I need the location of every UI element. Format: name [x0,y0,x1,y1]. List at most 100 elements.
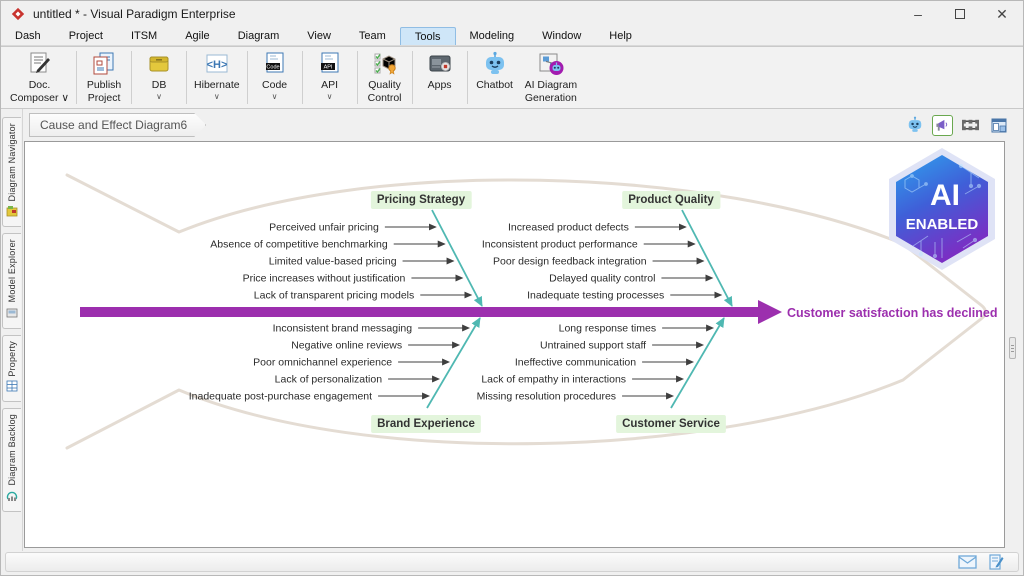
cause-label[interactable]: Price increases without justification [243,273,406,285]
fit-bounds-button[interactable] [960,115,981,136]
minimize-button[interactable]: – [897,1,939,27]
menu-dash[interactable]: Dash [1,27,55,45]
property-icon [6,379,18,397]
sidebar-tab-property[interactable]: Property [2,335,21,403]
bounds-icon [962,118,979,132]
publish-project-button[interactable]: Publish Project [79,49,129,106]
cause-label[interactable]: Inadequate post-purchase engagement [189,391,372,403]
menu-agile[interactable]: Agile [171,27,223,45]
category-label[interactable]: Customer Service [622,418,720,430]
button-label: Hibernate [194,79,240,92]
api-button[interactable]: API API ∨ [305,49,355,106]
badge-enabled-text: ENABLED [906,216,979,233]
maximize-button[interactable] [939,1,981,27]
category-bone [432,210,482,306]
menu-itsm[interactable]: ITSM [117,27,171,45]
category-label[interactable]: Product Quality [628,194,714,206]
cause-label[interactable]: Inadequate testing processes [527,290,664,302]
mail-icon[interactable] [958,555,977,569]
panel-icon [991,118,1007,133]
db-icon [146,50,172,78]
cause-label[interactable]: Inconsistent brand messaging [273,323,413,335]
category-bone [671,318,724,408]
cause-label[interactable]: Absence of competitive benchmarking [210,239,388,251]
button-label: Control [368,92,402,105]
app-window: untitled * - Visual Paradigm Enterprise … [0,0,1024,576]
hibernate-icon: <H> [204,50,230,78]
quality-control-button[interactable]: Quality Control [360,49,410,106]
diagram-tab[interactable]: Cause and Effect Diagram6 [29,113,206,137]
diagram-canvas[interactable]: Customer satisfaction has declinedPercei… [24,141,1005,548]
apps-button[interactable]: Apps [415,49,465,106]
chatbot-button[interactable]: Chatbot [470,49,520,106]
cause-label[interactable]: Poor design feedback integration [493,256,647,268]
menu-bar: Dash Project ITSM Agile Diagram View Tea… [1,27,1023,46]
cause-label[interactable]: Poor omnichannel experience [253,357,392,369]
category-bone [682,210,732,306]
chatbot-assistant-button[interactable] [904,115,925,136]
fishbone-diagram: Customer satisfaction has declinedPercei… [25,142,1005,548]
category-label[interactable]: Pricing Strategy [377,194,466,206]
ai-enabled-badge: AI ENABLED [883,146,1001,272]
menu-help[interactable]: Help [595,27,646,45]
panel-grip[interactable] [1009,337,1016,359]
menu-diagram[interactable]: Diagram [224,27,294,45]
sidebar-tab-label: Property [7,341,17,377]
button-label: Generation [525,92,577,105]
sidebar-tab-diagram-backlog[interactable]: Diagram Backlog [2,408,21,512]
toolbar-separator [412,51,413,104]
cause-label[interactable]: Delayed quality control [549,273,655,285]
menu-team[interactable]: Team [345,27,400,45]
menu-modeling[interactable]: Modeling [456,27,529,45]
ai-diagram-generation-button[interactable]: AI Diagram Generation [520,49,583,106]
button-label: API [321,79,338,92]
dropdown-chevron-icon: ∨ [214,92,220,102]
db-button[interactable]: DB ∨ [134,49,184,106]
cause-label[interactable]: Increased product defects [508,222,629,234]
toolbar-separator [76,51,77,104]
menu-project[interactable]: Project [55,27,117,45]
hibernate-button[interactable]: <H> Hibernate ∨ [189,49,245,106]
cause-label[interactable]: Limited value-based pricing [269,256,397,268]
doc-composer-icon [27,50,53,78]
maximize-icon [955,9,965,19]
cause-label[interactable]: Untrained support staff [540,340,646,352]
category-label[interactable]: Brand Experience [377,418,475,430]
tools-ribbon: Doc. Composer ∨ Publish Project [1,46,1023,109]
code-icon: Code [262,50,288,78]
button-label: Quality [368,79,401,92]
menu-view[interactable]: View [293,27,345,45]
code-button[interactable]: Code Code ∨ [250,49,300,106]
chatbot-icon [482,50,508,78]
cause-label[interactable]: Perceived unfair pricing [269,222,379,234]
cause-label[interactable]: Lack of personalization [275,374,383,386]
window-title: untitled * - Visual Paradigm Enterprise [33,7,236,21]
button-label: AI Diagram [525,79,578,92]
edit-note-icon[interactable] [989,554,1004,570]
toolbar-separator [467,51,468,104]
button-label: Project [88,92,121,105]
menu-tools[interactable]: Tools [400,27,456,45]
button-label: Publish [87,79,121,92]
cause-label[interactable]: Lack of empathy in interactions [481,374,626,386]
svg-text:API: API [323,65,332,71]
button-label: Doc. [29,79,51,92]
cause-label[interactable]: Ineffective communication [515,357,636,369]
button-label: DB [152,79,167,92]
cause-label[interactable]: Lack of transparent pricing models [254,290,415,302]
cause-label[interactable]: Missing resolution procedures [477,391,616,403]
button-label: Composer ∨ [10,92,69,105]
close-button[interactable]: ✕ [981,1,1023,27]
cause-label[interactable]: Negative online reviews [291,340,402,352]
diagram-tab-bar: Cause and Effect Diagram6 [23,109,1023,141]
cause-label[interactable]: Inconsistent product performance [482,239,638,251]
menu-window[interactable]: Window [528,27,595,45]
sidebar-tab-label: Model Explorer [7,239,17,302]
announcement-button[interactable] [932,115,953,136]
panel-layout-button[interactable] [988,115,1009,136]
doc-composer-button[interactable]: Doc. Composer ∨ [5,49,74,106]
cause-label[interactable]: Long response times [559,323,656,335]
sidebar-tab-model-explorer[interactable]: Model Explorer [2,233,21,328]
diagram-backlog-icon [6,489,18,507]
sidebar-tab-diagram-navigator[interactable]: Diagram Navigator [2,117,21,227]
